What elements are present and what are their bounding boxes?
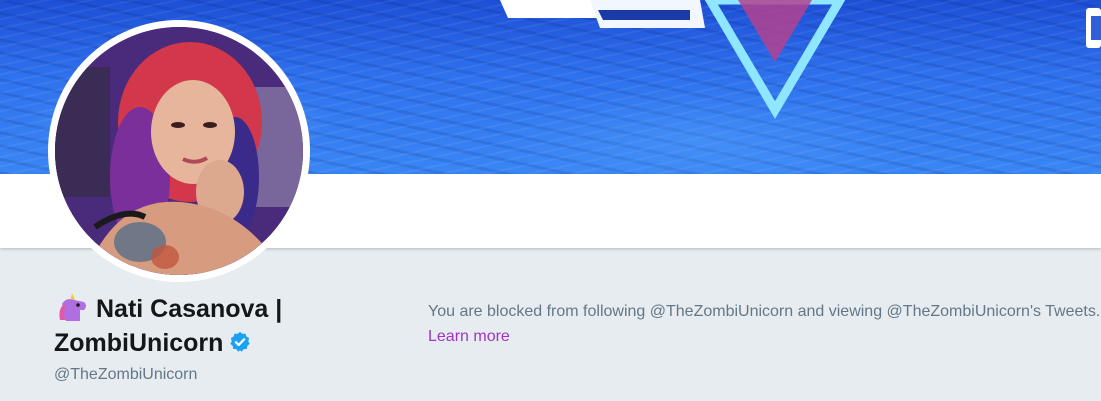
profile-name: Nati Casanova | ZombiUnicorn bbox=[54, 292, 354, 360]
learn-more-link[interactable]: Learn more bbox=[428, 328, 510, 345]
blocked-notice: You are blocked from following @TheZombi… bbox=[428, 299, 1101, 349]
avatar-photo bbox=[55, 27, 303, 275]
verified-badge-icon bbox=[230, 331, 251, 352]
profile-name-text-2: ZombiUnicorn bbox=[54, 329, 224, 357]
banner-edge-shape bbox=[1091, 16, 1101, 40]
profile-name-line-1: Nati Casanova | bbox=[54, 292, 354, 326]
avatar[interactable] bbox=[48, 20, 310, 282]
profile-name-line-2: ZombiUnicorn bbox=[54, 326, 354, 360]
unicorn-icon bbox=[59, 293, 86, 321]
banner-logo-shape bbox=[598, 10, 690, 20]
avatar-portrait bbox=[55, 27, 303, 275]
avatar-eye bbox=[171, 122, 185, 128]
banner-triangle-fill bbox=[738, 0, 812, 62]
blocked-notice-text: You are blocked from following @TheZombi… bbox=[428, 303, 1101, 320]
profile-handle: @TheZombiUnicorn bbox=[54, 366, 198, 383]
profile-name-text-1: Nati Casanova | bbox=[96, 295, 283, 323]
avatar-eye bbox=[203, 122, 217, 128]
avatar-tattoo bbox=[151, 245, 179, 269]
